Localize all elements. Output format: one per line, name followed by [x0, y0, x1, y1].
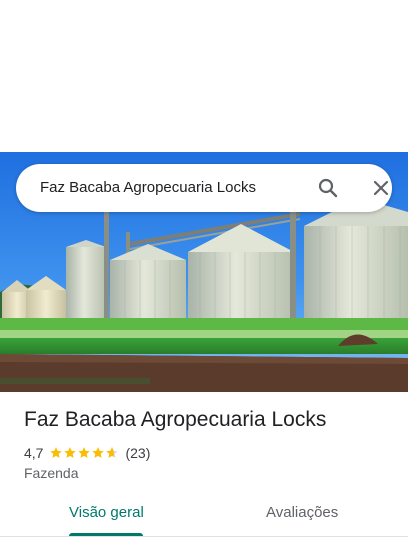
tab-overview[interactable]: Visão geral — [69, 504, 144, 521]
search-bar[interactable]: Faz Bacaba Agropecuaria Locks — [16, 164, 392, 212]
star-icon — [78, 447, 91, 458]
close-icon[interactable] — [369, 176, 393, 200]
star-icon — [50, 447, 63, 458]
star-icon — [92, 447, 105, 458]
search-icon[interactable] — [316, 176, 340, 200]
place-name: Faz Bacaba Agropecuaria Locks — [24, 408, 327, 431]
search-input[interactable]: Faz Bacaba Agropecuaria Locks — [40, 164, 256, 212]
tab-divider — [0, 536, 408, 537]
review-count[interactable]: (23) — [125, 445, 150, 461]
star-half-icon — [106, 447, 119, 458]
tab-reviews[interactable]: Avaliações — [266, 504, 338, 521]
star-icon — [64, 447, 77, 458]
rating-row[interactable]: 4,7 (23) — [24, 444, 150, 462]
place-category: Fazenda — [24, 465, 79, 481]
rating-value: 4,7 — [24, 445, 44, 461]
rating-stars — [49, 446, 119, 460]
map-area-blank — [0, 0, 408, 152]
